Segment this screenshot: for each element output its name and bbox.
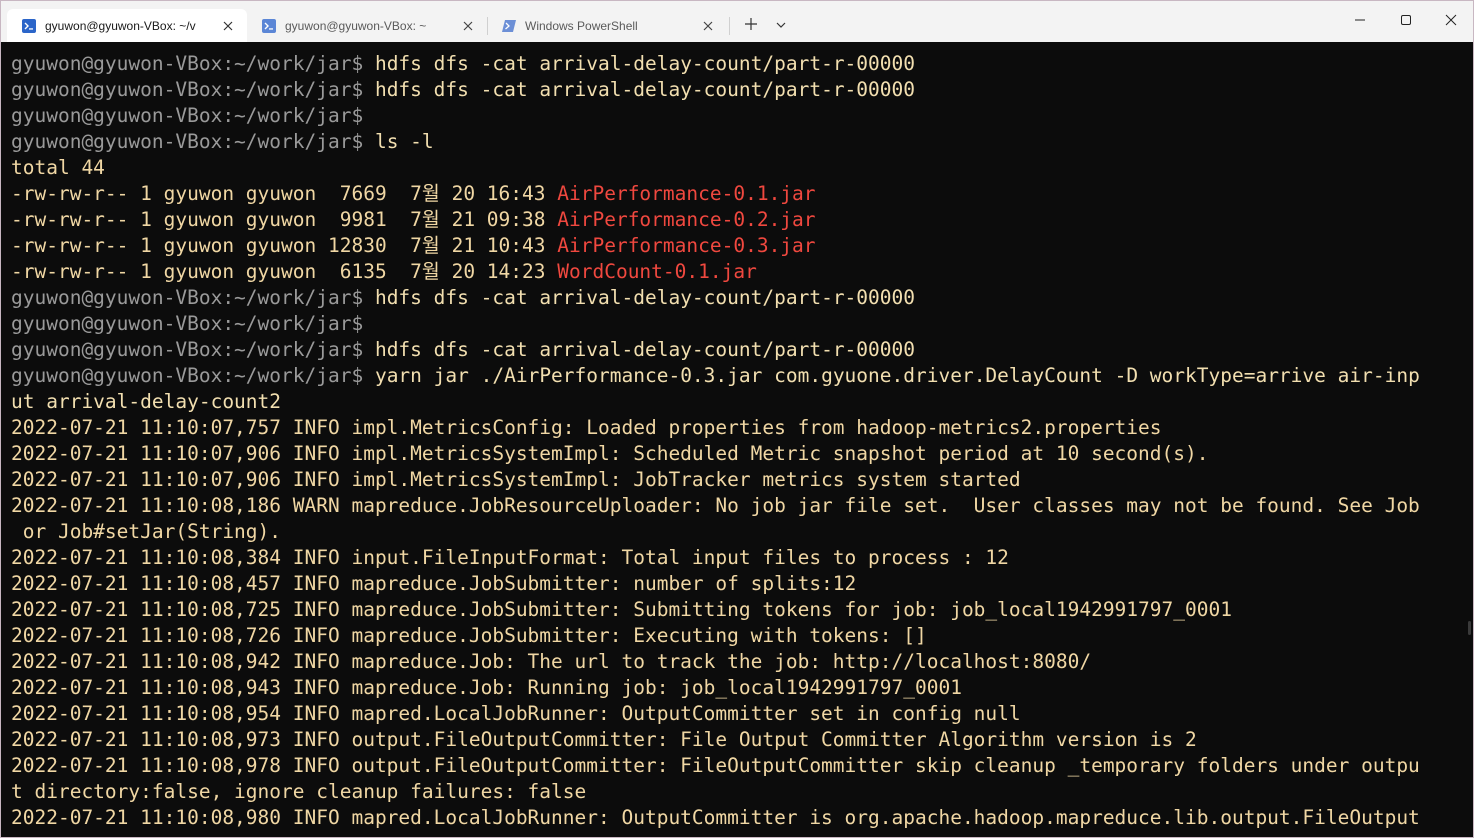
output-text: or Job#setJar(String). <box>11 520 282 543</box>
output-text: -rw-rw-r-- 1 gyuwon gyuwon 6135 7월 20 14… <box>11 260 558 283</box>
terminal-line: gyuwon@gyuwon-VBox:~/work/jar$ hdfs dfs … <box>11 337 1473 363</box>
jar-filename: AirPerformance-0.2.jar <box>557 208 816 231</box>
close-tab-icon[interactable] <box>457 15 479 37</box>
output-text: t directory:false, ignore cleanup failur… <box>11 780 587 803</box>
command-text: hdfs dfs -cat arrival-delay-count/part-r… <box>374 286 915 309</box>
new-tab-button[interactable] <box>737 13 765 39</box>
terminal-line: -rw-rw-r-- 1 gyuwon gyuwon 7669 7월 20 16… <box>11 181 1473 207</box>
command-text: ut arrival-delay-count2 <box>11 390 282 413</box>
terminal-line: 2022-07-21 11:10:07,906 INFO impl.Metric… <box>11 467 1473 493</box>
terminal-output[interactable]: gyuwon@gyuwon-VBox:~/work/jar$ hdfs dfs … <box>2 42 1473 837</box>
output-text: 2022-07-21 11:10:08,973 INFO output.File… <box>11 728 1197 751</box>
scrollbar-thumb[interactable] <box>1468 621 1471 635</box>
terminal-line: 2022-07-21 11:10:08,973 INFO output.File… <box>11 727 1473 753</box>
command-text: hdfs dfs -cat arrival-delay-count/part-r… <box>374 78 915 101</box>
terminal-line: gyuwon@gyuwon-VBox:~/work/jar$ hdfs dfs … <box>11 51 1473 77</box>
terminal-line: gyuwon@gyuwon-VBox:~/work/jar$ <box>11 311 1473 337</box>
shell-prompt: gyuwon@gyuwon-VBox:~/work/jar$ <box>11 338 375 361</box>
shell-prompt: gyuwon@gyuwon-VBox:~/work/jar$ <box>11 130 375 153</box>
terminal-line: 2022-07-21 11:10:08,942 INFO mapreduce.J… <box>11 649 1473 675</box>
shell-prompt: gyuwon@gyuwon-VBox:~/work/jar$ <box>11 312 364 335</box>
output-text: -rw-rw-r-- 1 gyuwon gyuwon 9981 7월 21 09… <box>11 208 558 231</box>
terminal-line: 2022-07-21 11:10:08,186 WARN mapreduce.J… <box>11 493 1473 519</box>
terminal-line: t directory:false, ignore cleanup failur… <box>11 779 1473 805</box>
terminal-line: gyuwon@gyuwon-VBox:~/work/jar$ ls -l <box>11 129 1473 155</box>
terminal-line: gyuwon@gyuwon-VBox:~/work/jar$ <box>11 103 1473 129</box>
output-text: 2022-07-21 11:10:08,942 INFO mapreduce.J… <box>11 650 1092 673</box>
terminal-line: 2022-07-21 11:10:08,954 INFO mapred.Loca… <box>11 701 1473 727</box>
terminal-line: 2022-07-21 11:10:07,757 INFO impl.Metric… <box>11 415 1473 441</box>
terminal-window: gyuwon@gyuwon-VBox: ~/v gyuwon@gyuwon-VB… <box>0 0 1474 838</box>
output-text: 2022-07-21 11:10:08,457 INFO mapreduce.J… <box>11 572 857 595</box>
tab-linux-1[interactable]: gyuwon@gyuwon-VBox: ~/v <box>7 9 247 42</box>
output-text: 2022-07-21 11:10:08,725 INFO mapreduce.J… <box>11 598 1232 621</box>
output-text: 2022-07-21 11:10:07,757 INFO impl.Metric… <box>11 416 1162 439</box>
close-icon <box>1445 13 1457 31</box>
terminal-line: 2022-07-21 11:10:08,978 INFO output.File… <box>11 753 1473 779</box>
linux-terminal-icon <box>262 18 276 33</box>
output-text: 2022-07-21 11:10:08,980 INFO mapred.Loca… <box>11 806 1420 829</box>
output-text: 2022-07-21 11:10:08,978 INFO output.File… <box>11 754 1420 777</box>
tab-bar: gyuwon@gyuwon-VBox: ~/v gyuwon@gyuwon-VB… <box>1 1 1473 42</box>
output-text: -rw-rw-r-- 1 gyuwon gyuwon 12830 7월 21 1… <box>11 234 558 257</box>
shell-prompt: gyuwon@gyuwon-VBox:~/work/jar$ <box>11 52 375 75</box>
jar-filename: AirPerformance-0.1.jar <box>557 182 816 205</box>
terminal-line: 2022-07-21 11:10:08,980 INFO mapred.Loca… <box>11 805 1473 831</box>
shell-prompt: gyuwon@gyuwon-VBox:~/work/jar$ <box>11 104 364 127</box>
minimize-icon <box>1354 13 1366 31</box>
linux-terminal-icon <box>22 18 36 33</box>
terminal-line: 2022-07-21 11:10:08,726 INFO mapreduce.J… <box>11 623 1473 649</box>
terminal-line: -rw-rw-r-- 1 gyuwon gyuwon 6135 7월 20 14… <box>11 259 1473 285</box>
shell-prompt: gyuwon@gyuwon-VBox:~/work/jar$ <box>11 78 375 101</box>
output-text: 2022-07-21 11:10:08,186 WARN mapreduce.J… <box>11 494 1420 517</box>
terminal-line: -rw-rw-r-- 1 gyuwon gyuwon 12830 7월 21 1… <box>11 233 1473 259</box>
terminal-line: gyuwon@gyuwon-VBox:~/work/jar$ hdfs dfs … <box>11 77 1473 103</box>
output-text: -rw-rw-r-- 1 gyuwon gyuwon 7669 7월 20 16… <box>11 182 558 205</box>
tab-powershell[interactable]: Windows PowerShell <box>487 9 727 42</box>
terminal-line: or Job#setJar(String). <box>11 519 1473 545</box>
command-text: hdfs dfs -cat arrival-delay-count/part-r… <box>374 52 915 75</box>
terminal-line: gyuwon@gyuwon-VBox:~/work/jar$ hdfs dfs … <box>11 285 1473 311</box>
maximize-button[interactable] <box>1383 1 1429 42</box>
terminal-line: 2022-07-21 11:10:08,457 INFO mapreduce.J… <box>11 571 1473 597</box>
terminal-line: total 44 <box>11 155 1473 181</box>
close-tab-icon[interactable] <box>697 15 719 37</box>
command-text: hdfs dfs -cat arrival-delay-count/part-r… <box>374 338 915 361</box>
terminal-line: -rw-rw-r-- 1 gyuwon gyuwon 9981 7월 21 09… <box>11 207 1473 233</box>
output-text: total 44 <box>11 156 105 179</box>
tab-separator <box>729 17 730 35</box>
close-button[interactable] <box>1428 1 1473 42</box>
jar-filename: AirPerformance-0.3.jar <box>557 234 816 257</box>
tab-linux-2[interactable]: gyuwon@gyuwon-VBox: ~ <box>247 9 487 42</box>
maximize-icon <box>1400 13 1412 31</box>
terminal-line: 2022-07-21 11:10:08,943 INFO mapreduce.J… <box>11 675 1473 701</box>
terminal-line: 2022-07-21 11:10:07,906 INFO impl.Metric… <box>11 441 1473 467</box>
terminal-line: 2022-07-21 11:10:08,725 INFO mapreduce.J… <box>11 597 1473 623</box>
tab-title: gyuwon@gyuwon-VBox: ~ <box>285 18 427 33</box>
plus-icon <box>744 17 758 36</box>
terminal-line: gyuwon@gyuwon-VBox:~/work/jar$ yarn jar … <box>11 363 1473 389</box>
output-text: 2022-07-21 11:10:08,954 INFO mapred.Loca… <box>11 702 1021 725</box>
command-text: yarn jar ./AirPerformance-0.3.jar com.gy… <box>374 364 1420 387</box>
tab-dropdown-button[interactable] <box>769 13 793 39</box>
output-text: 2022-07-21 11:10:08,726 INFO mapreduce.J… <box>11 624 927 647</box>
shell-prompt: gyuwon@gyuwon-VBox:~/work/jar$ <box>11 364 375 387</box>
shell-prompt: gyuwon@gyuwon-VBox:~/work/jar$ <box>11 286 375 309</box>
output-text: 2022-07-21 11:10:08,943 INFO mapreduce.J… <box>11 676 962 699</box>
tab-title: gyuwon@gyuwon-VBox: ~/v <box>45 18 196 33</box>
tab-title: Windows PowerShell <box>525 18 638 33</box>
output-text: 2022-07-21 11:10:08,384 INFO input.FileI… <box>11 546 1009 569</box>
output-text: 2022-07-21 11:10:07,906 INFO impl.Metric… <box>11 442 1209 465</box>
powershell-icon <box>502 19 516 33</box>
output-text: 2022-07-21 11:10:07,906 INFO impl.Metric… <box>11 468 1021 491</box>
close-tab-icon[interactable] <box>217 15 239 37</box>
chevron-down-icon <box>776 17 786 35</box>
terminal-line: 2022-07-21 11:10:08,384 INFO input.FileI… <box>11 545 1473 571</box>
command-text: ls -l <box>374 130 434 153</box>
jar-filename: WordCount-0.1.jar <box>557 260 757 283</box>
minimize-button[interactable] <box>1337 1 1383 42</box>
terminal-line: ut arrival-delay-count2 <box>11 389 1473 415</box>
